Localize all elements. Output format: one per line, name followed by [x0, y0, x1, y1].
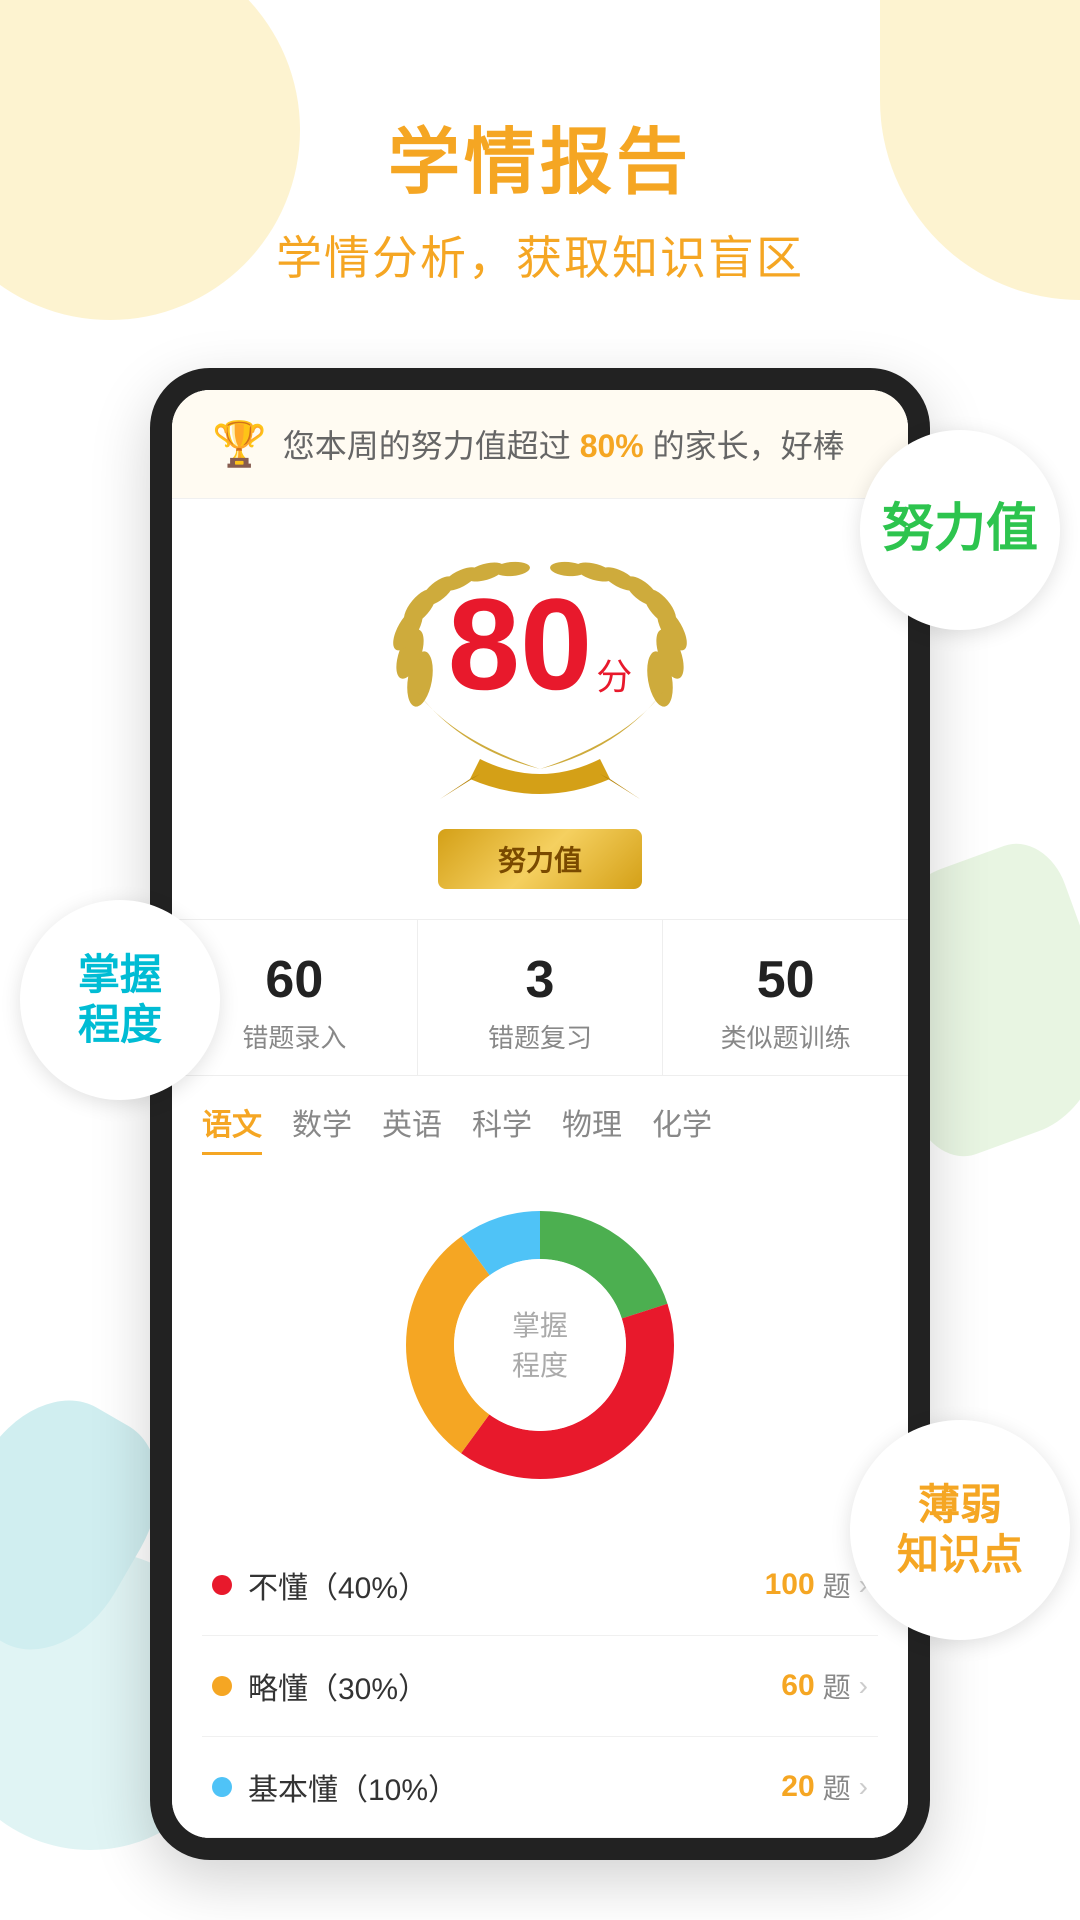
- stat-label-0: 错题录入: [242, 1018, 346, 1055]
- phone-banner: 🏆 您本周的努力值超过 80% 的家长，好棒: [172, 390, 908, 499]
- tab-shuxue[interactable]: 数学: [292, 1100, 352, 1155]
- tab-huaxue[interactable]: 化学: [652, 1100, 712, 1155]
- score-section: 80 分 努力值: [172, 499, 908, 919]
- page-subtitle: 学情分析，获取知识盲区: [0, 222, 1080, 288]
- mastery-arrow-2[interactable]: ›: [859, 1771, 868, 1803]
- score-unit: 分: [596, 648, 632, 700]
- float-zhangwo-text: 掌握 程度: [78, 950, 162, 1051]
- float-zhangwo-label: 掌握 程度: [20, 900, 220, 1100]
- mastery-unit-0: 题: [823, 1565, 851, 1605]
- float-ruodian-text: 薄弱 知识点: [897, 1480, 1023, 1581]
- laurel-wrapper: 80 分: [360, 539, 720, 819]
- tab-kexue[interactable]: 科学: [472, 1100, 532, 1155]
- score-label: 努力值: [438, 829, 642, 889]
- mastery-dot-1: [212, 1676, 232, 1696]
- mastery-text-2: 基本懂（10%）: [248, 1765, 458, 1809]
- mastery-right-2: 20 题 ›: [781, 1767, 868, 1807]
- score-display: 80 分: [448, 579, 633, 709]
- score-number: 80: [448, 579, 593, 709]
- phone-screen: 🏆 您本周的努力值超过 80% 的家长，好棒: [172, 390, 908, 1838]
- donut-center-label: 掌握程度: [512, 1306, 568, 1384]
- mastery-left-2: 基本懂（10%）: [212, 1765, 458, 1809]
- tab-yuwen[interactable]: 语文: [202, 1100, 262, 1155]
- mastery-right-0: 100 题 ›: [765, 1565, 868, 1605]
- mastery-count-0: 100: [765, 1568, 815, 1602]
- stat-number-1: 3: [526, 950, 555, 1010]
- banner-text: 您本周的努力值超过 80% 的家长，好棒: [283, 421, 845, 467]
- mastery-dot-2: [212, 1777, 232, 1797]
- tab-yingyu[interactable]: 英语: [382, 1100, 442, 1155]
- tab-wuli[interactable]: 物理: [562, 1100, 622, 1155]
- mastery-left-0: 不懂（40%）: [212, 1563, 428, 1607]
- mastery-count-1: 60: [781, 1669, 814, 1703]
- mastery-unit-2: 题: [823, 1767, 851, 1807]
- stat-number-0: 60: [265, 950, 323, 1010]
- stat-item-1: 3 错题复习: [418, 920, 664, 1075]
- mastery-items: 不懂（40%） 100 题 › 略懂（30%） 60 题: [172, 1535, 908, 1838]
- mastery-text-0: 不懂（40%）: [248, 1563, 428, 1607]
- header: 学情报告 学情分析，获取知识盲区: [0, 0, 1080, 308]
- mastery-unit-1: 题: [823, 1666, 851, 1706]
- donut-chart: 掌握程度: [380, 1185, 700, 1505]
- mastery-count-2: 20: [781, 1770, 814, 1804]
- mastery-arrow-1[interactable]: ›: [859, 1670, 868, 1702]
- stats-row: 60 错题录入 3 错题复习 50 类似题训练: [172, 919, 908, 1076]
- mastery-dot-0: [212, 1575, 232, 1595]
- subject-tabs: 语文 数学 英语 科学 物理 化学: [172, 1076, 908, 1155]
- stat-label-2: 类似题训练: [721, 1018, 851, 1055]
- mastery-item-2: 基本懂（10%） 20 题 ›: [202, 1737, 878, 1838]
- mastery-item-1: 略懂（30%） 60 题 ›: [202, 1636, 878, 1737]
- stat-item-2: 50 类似题训练: [663, 920, 908, 1075]
- float-nuli-text: 努力值: [882, 501, 1038, 558]
- trophy-icon: 🏆: [212, 418, 267, 470]
- float-ruodian-label: 薄弱 知识点: [850, 1420, 1070, 1640]
- mastery-left-1: 略懂（30%）: [212, 1664, 428, 1708]
- chart-section: 掌握程度: [172, 1155, 908, 1535]
- mastery-text-1: 略懂（30%）: [248, 1664, 428, 1708]
- mastery-right-1: 60 题 ›: [781, 1666, 868, 1706]
- page-title: 学情报告: [0, 120, 1080, 206]
- stat-label-1: 错题复习: [488, 1018, 592, 1055]
- banner-highlight: 80%: [580, 428, 644, 464]
- phone-frame: 🏆 您本周的努力值超过 80% 的家长，好棒: [150, 368, 930, 1860]
- stat-number-2: 50: [757, 950, 815, 1010]
- float-nuli-label: 努力值: [860, 430, 1060, 630]
- mastery-item-0: 不懂（40%） 100 题 ›: [202, 1535, 878, 1636]
